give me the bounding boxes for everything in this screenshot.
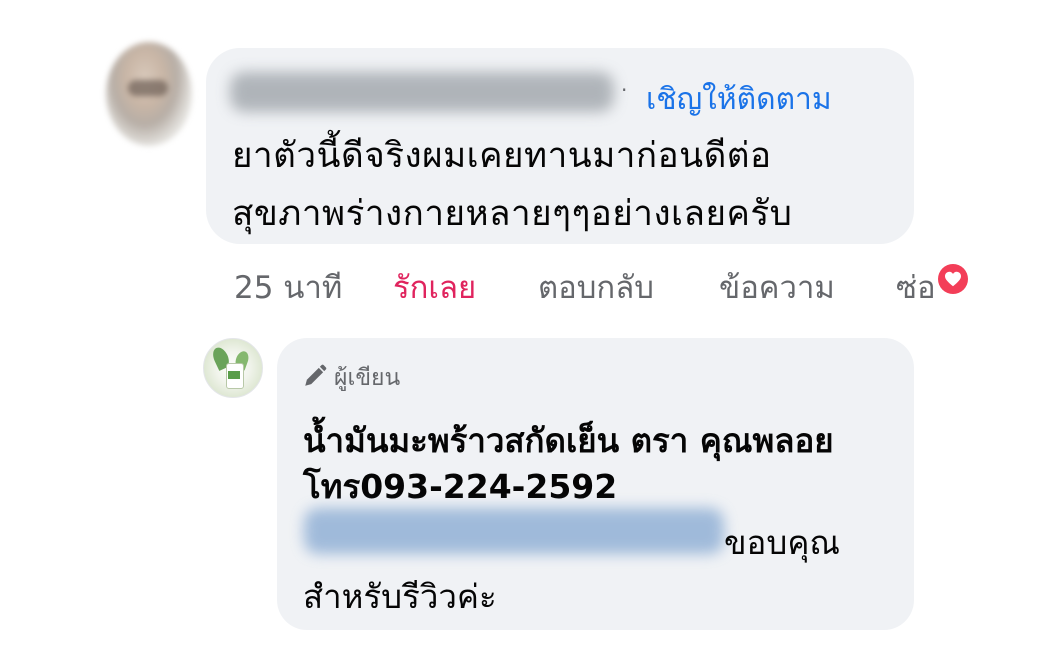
pen-icon <box>302 363 328 393</box>
heart-icon <box>938 264 968 294</box>
comment-text-line-1: ยาตัวนี้ดีจริงผมเคยทานมาก่อนดีต่อ <box>232 136 772 176</box>
page-avatar[interactable] <box>203 338 263 398</box>
author-badge-label: ผู้เขียน <box>334 365 401 391</box>
follow-invite-link[interactable]: เชิญให้ติดตาม <box>646 76 832 123</box>
separator-dot: · <box>621 78 628 102</box>
reaction-badge[interactable] <box>936 262 970 296</box>
author-badge: ผู้เขียน <box>302 360 400 396</box>
reply-text-line-3: ขอบคุณ <box>724 523 841 562</box>
commenter-name-blurred[interactable] <box>230 72 614 112</box>
reply-button[interactable]: ตอบกลับ <box>538 262 654 312</box>
commenter-avatar[interactable] <box>106 42 192 146</box>
message-button[interactable]: ข้อความ <box>719 262 835 312</box>
reply-text-line-4: สำหรับรีวิวค่ะ <box>303 577 497 616</box>
like-button[interactable]: รักเลย <box>393 262 476 312</box>
comment-text-line-2: สุขภาพร่างกายหลายๆๆอย่างเลยครับ <box>232 194 793 234</box>
mention-blurred[interactable] <box>304 508 724 554</box>
hide-button[interactable]: ซ่อ <box>896 262 934 312</box>
comment-timestamp[interactable]: 25 นาที <box>234 262 342 312</box>
reply-phone: โทร093-224-2592 <box>303 467 618 506</box>
